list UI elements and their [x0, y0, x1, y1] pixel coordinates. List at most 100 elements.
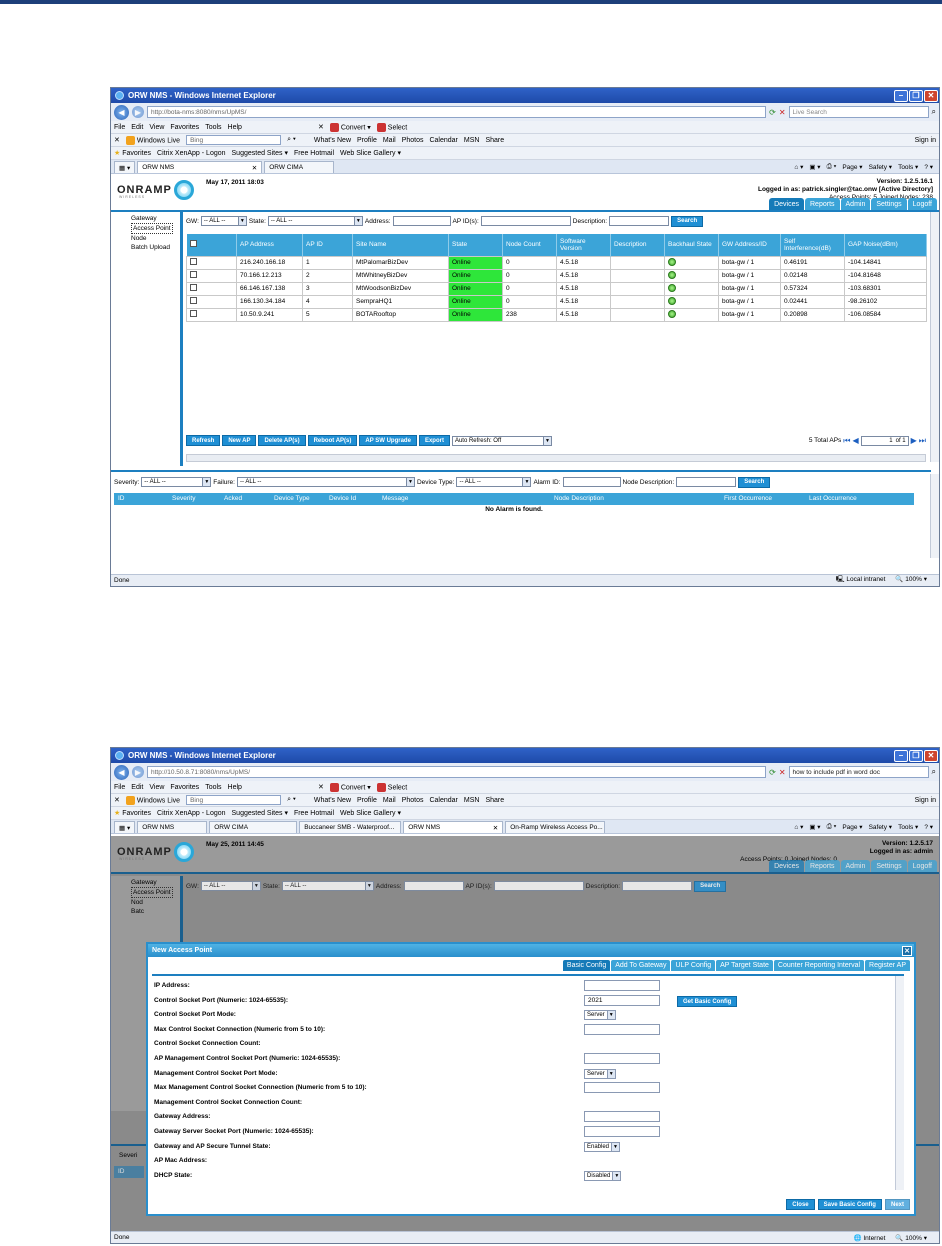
alarm-vertical-scrollbar[interactable]: [930, 474, 939, 558]
bing-go-icon[interactable]: ⌕ ▾: [287, 136, 296, 144]
next-button[interactable]: Next: [884, 1199, 910, 1210]
gw-select[interactable]: -- ALL -- ▼: [200, 216, 247, 226]
close-window-button[interactable]: ✕: [924, 749, 938, 762]
windows-live-button[interactable]: Windows Live: [125, 135, 180, 145]
live-link-mail[interactable]: Mail: [383, 797, 396, 804]
row-checkbox[interactable]: [190, 310, 197, 317]
sidebar-item-gateway[interactable]: Gateway: [131, 878, 180, 887]
help-icon[interactable]: ? ▾: [924, 823, 933, 831]
column-header[interactable]: Node Count: [502, 234, 557, 256]
tools-menu[interactable]: Tools ▾: [898, 163, 918, 171]
row-checkbox[interactable]: [190, 258, 197, 265]
zoom-control[interactable]: 🔍 100% ▾: [895, 575, 927, 586]
row-checkbox[interactable]: [190, 271, 197, 278]
last-page-icon[interactable]: ⏭: [919, 436, 926, 446]
print-icon[interactable]: ⎙ ▾: [827, 163, 837, 171]
search-icon[interactable]: ⌕: [932, 767, 936, 777]
menu-help[interactable]: Help: [228, 124, 242, 131]
form-vertical-scrollbar[interactable]: [895, 976, 904, 1190]
fav-link-citrix[interactable]: Citrix XenApp - Logon: [157, 150, 225, 157]
browser-tab-orw-cima[interactable]: ORW CIMA: [264, 161, 335, 173]
close-toolbar-icon[interactable]: ✕: [318, 783, 324, 791]
close-toolbar-icon[interactable]: ✕: [318, 123, 324, 131]
select-button[interactable]: Select: [376, 782, 407, 792]
alarm-column-header[interactable]: Device Type: [274, 495, 310, 502]
form-text-input[interactable]: [584, 1053, 660, 1064]
stop-icon[interactable]: ✕: [779, 768, 786, 777]
menu-tools[interactable]: Tools: [205, 784, 221, 791]
alarm-column-header[interactable]: Acked: [224, 495, 242, 502]
select-button[interactable]: Select: [376, 122, 407, 132]
column-header[interactable]: Description: [610, 234, 665, 256]
tab-close-icon[interactable]: ✕: [493, 824, 498, 832]
close-window-button[interactable]: ✕: [924, 89, 938, 102]
description-input[interactable]: [609, 216, 670, 226]
live-search-input[interactable]: Live Search: [788, 106, 929, 118]
convert-button[interactable]: Convert ▾: [329, 782, 371, 792]
row-select-cell[interactable]: [186, 255, 237, 270]
form-select[interactable]: Enabled ▼: [584, 1141, 621, 1152]
form-select[interactable]: Server ▼: [584, 1010, 616, 1021]
sidebar-item-access-point[interactable]: Access Point: [131, 887, 173, 898]
delete-ap-button[interactable]: Delete AP(s): [258, 435, 306, 446]
reboot-ap-button[interactable]: Reboot AP(s): [307, 435, 358, 446]
alarm-column-header[interactable]: Last Occurrence: [809, 495, 857, 502]
tab-ulp-config[interactable]: ULP Config: [671, 960, 716, 971]
ap-vertical-scrollbar[interactable]: [930, 212, 939, 462]
menu-edit[interactable]: Edit: [131, 124, 143, 131]
column-header[interactable]: AP Address: [236, 234, 303, 256]
page-menu[interactable]: Page ▾: [842, 163, 862, 171]
fav-link-webslice[interactable]: Web Slice Gallery ▾: [340, 149, 401, 157]
table-row[interactable]: 10.50.9.241 5 BOTARooftop Online 238 4.5.18 bo…: [186, 307, 927, 322]
menu-view[interactable]: View: [149, 124, 164, 131]
sidebar-item-node[interactable]: Nod: [131, 898, 180, 907]
tab-basic-config[interactable]: Basic Config: [562, 960, 611, 971]
column-header[interactable]: Site Name: [352, 234, 449, 256]
get-basic-config-button[interactable]: Get Basic Config: [677, 996, 738, 1007]
quick-tabs-icon[interactable]: ▦ ▾: [114, 161, 136, 173]
apids-input[interactable]: [493, 881, 584, 891]
browser-tab-buccaneer[interactable]: Buccaneer SMB - Waterproof...: [299, 821, 402, 833]
select-all-header[interactable]: [186, 234, 237, 256]
live-link-share[interactable]: Share: [485, 797, 504, 804]
minimize-button[interactable]: –: [894, 749, 908, 762]
live-link-share[interactable]: Share: [485, 137, 504, 144]
home-icon[interactable]: ⌂ ▾: [794, 823, 803, 831]
alarm-id-input[interactable]: [562, 477, 621, 487]
refresh-icon[interactable]: ⟳: [769, 108, 776, 117]
row-select-cell[interactable]: [186, 268, 237, 283]
dialog-close-icon[interactable]: ✕: [902, 945, 912, 956]
table-row[interactable]: 216.240.166.18 1 MtPalomarBizDev Online 0 4.5…: [186, 255, 927, 270]
column-header[interactable]: GW Address/ID: [718, 234, 781, 256]
live-link-photos[interactable]: Photos: [402, 137, 424, 144]
menu-edit[interactable]: Edit: [131, 784, 143, 791]
live-link-msn[interactable]: MSN: [464, 797, 480, 804]
favorites-button[interactable]: ★ Favorites: [114, 809, 151, 817]
row-checkbox[interactable]: [190, 284, 197, 291]
save-basic-config-button[interactable]: Save Basic Config: [817, 1199, 882, 1210]
refresh-button[interactable]: Refresh: [186, 435, 221, 446]
form-text-input[interactable]: [584, 980, 660, 991]
maximize-button[interactable]: ❐: [909, 749, 923, 762]
address-input[interactable]: [392, 216, 451, 226]
fav-link-hotmail[interactable]: Free Hotmail: [294, 810, 334, 817]
tab-register-ap[interactable]: Register AP: [865, 960, 910, 971]
alarm-column-header[interactable]: Device Id: [329, 495, 356, 502]
live-search-input[interactable]: how to include pdf in word doc: [788, 766, 929, 778]
failure-select[interactable]: -- ALL -- ▼: [236, 477, 415, 487]
table-row[interactable]: 66.146.167.138 3 MtWoodsonBizDev Online 0 4.5…: [186, 281, 927, 296]
fav-link-citrix[interactable]: Citrix XenApp - Logon: [157, 810, 225, 817]
back-icon[interactable]: ◀: [114, 764, 129, 780]
maximize-button[interactable]: ❐: [909, 89, 923, 102]
forward-icon[interactable]: ▶: [132, 766, 144, 778]
close-live-icon[interactable]: ✕: [114, 796, 120, 804]
form-text-input[interactable]: [584, 1082, 660, 1094]
home-icon[interactable]: ⌂ ▾: [794, 163, 803, 171]
fav-link-webslice[interactable]: Web Slice Gallery ▾: [340, 809, 401, 817]
ap-search-button[interactable]: Search: [694, 880, 727, 892]
fav-link-hotmail[interactable]: Free Hotmail: [294, 150, 334, 157]
browser-tab-orw-cima[interactable]: ORW CIMA: [209, 821, 298, 833]
feeds-icon[interactable]: ▣ ▾: [809, 823, 820, 831]
live-link-photos[interactable]: Photos: [402, 797, 424, 804]
tools-menu[interactable]: Tools ▾: [898, 823, 918, 831]
